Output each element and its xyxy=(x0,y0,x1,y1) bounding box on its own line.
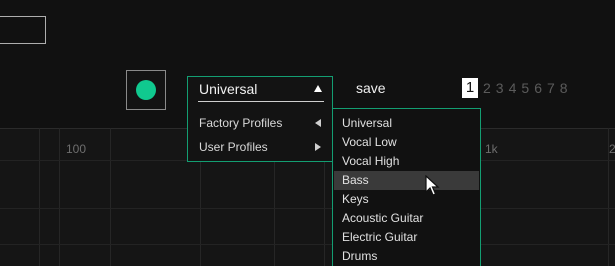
page-number-selector: 1 2 3 4 5 6 7 8 xyxy=(462,77,568,99)
page-number-2[interactable]: 2 xyxy=(483,79,491,97)
profile-item-acoustic-guitar[interactable]: Acoustic Guitar xyxy=(334,209,479,228)
grid-line xyxy=(110,128,111,266)
profile-select-label: Universal xyxy=(199,81,258,97)
grid-line xyxy=(0,208,615,209)
factory-profiles-list: Universal Vocal Low Vocal High Bass Keys… xyxy=(332,108,481,266)
submenu-user-profiles[interactable]: User Profiles xyxy=(199,139,321,155)
page-number-5[interactable]: 5 xyxy=(521,79,529,97)
profile-item-vocal-low[interactable]: Vocal Low xyxy=(334,133,479,152)
triangle-left-icon xyxy=(315,119,321,127)
mouse-pointer-icon xyxy=(425,175,440,196)
page-number-3[interactable]: 3 xyxy=(496,79,504,97)
grid-line xyxy=(39,128,40,266)
submenu-label: Factory Profiles xyxy=(199,116,283,130)
page-number-8[interactable]: 8 xyxy=(560,79,568,97)
record-icon xyxy=(136,80,156,100)
page-number-4[interactable]: 4 xyxy=(509,79,517,97)
page-number-7[interactable]: 7 xyxy=(547,79,555,97)
page-number-6[interactable]: 6 xyxy=(534,79,542,97)
axis-label-1k: 1k xyxy=(485,142,498,156)
grid-line xyxy=(59,128,60,266)
profile-dropdown-panel: Universal Factory Profiles User Profiles xyxy=(187,76,333,162)
record-button[interactable] xyxy=(126,70,166,110)
axis-label-100: 100 xyxy=(66,142,87,156)
grid-line xyxy=(0,244,615,245)
profile-item-bass[interactable]: Bass xyxy=(334,171,479,190)
profile-item-keys[interactable]: Keys xyxy=(334,190,479,209)
page-number-1[interactable]: 1 xyxy=(462,78,478,98)
profile-select[interactable]: Universal xyxy=(198,81,324,102)
save-button[interactable]: save xyxy=(356,80,386,97)
submenu-label: User Profiles xyxy=(199,140,268,154)
profile-item-drums[interactable]: Drums xyxy=(334,247,479,266)
triangle-right-icon xyxy=(315,143,321,151)
profile-item-electric-guitar[interactable]: Electric Guitar xyxy=(334,228,479,247)
app-root: 100 1k 2 Universal Factory Profiles User… xyxy=(0,0,615,266)
profile-item-vocal-high[interactable]: Vocal High xyxy=(334,152,479,171)
triangle-up-icon xyxy=(314,85,322,92)
axis-label-2k: 2 xyxy=(609,142,615,156)
profile-item-universal[interactable]: Universal xyxy=(334,114,479,133)
submenu-factory-profiles[interactable]: Factory Profiles xyxy=(199,115,321,131)
top-left-box[interactable] xyxy=(0,16,46,44)
